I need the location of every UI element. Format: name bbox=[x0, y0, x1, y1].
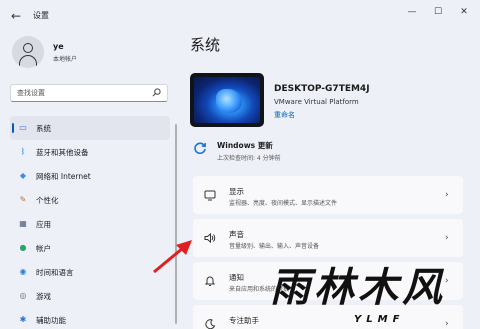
sidebar-nav: ▭ 系统 ᛒ 蓝牙和其他设备 ◆ 网络和 Internet ✎ 个性化 ▦ 应用 ● 帐户 ◉ 时间和语言… bbox=[10, 116, 170, 329]
windows-update-icon[interactable] bbox=[193, 141, 207, 155]
avatar[interactable] bbox=[12, 36, 44, 68]
card-subtitle: 音量级别、输出、输入、声音设备 bbox=[229, 243, 320, 250]
card-title: 通知 bbox=[229, 273, 244, 282]
windows-bloom-icon bbox=[216, 89, 242, 113]
device-name: DESKTOP-G7TEM4J bbox=[274, 84, 370, 94]
search-placeholder: 查找设置 bbox=[17, 89, 45, 97]
sidebar-item-1[interactable]: ᛒ 蓝牙和其他设备 bbox=[10, 140, 170, 164]
watermark-subtext: YLMF bbox=[354, 314, 405, 325]
minimize-button[interactable]: — bbox=[404, 5, 420, 19]
wifi-icon: ◆ bbox=[19, 171, 27, 180]
brush-icon: ✎ bbox=[19, 195, 27, 204]
watermark-text: 雨林木风 bbox=[270, 265, 446, 311]
search-input[interactable]: 查找设置 bbox=[10, 84, 168, 102]
sidebar-item-label: 游戏 bbox=[36, 292, 51, 301]
annotation-arrow-icon bbox=[153, 240, 192, 274]
search-icon[interactable] bbox=[152, 88, 161, 97]
moon-icon bbox=[205, 319, 216, 329]
sidebar-scrollbar[interactable] bbox=[175, 124, 177, 324]
profile-name: ye bbox=[53, 42, 64, 51]
card-subtitle: 监视器、亮度、夜间模式、显示描述文件 bbox=[229, 200, 338, 207]
card-title: 专注助手 bbox=[229, 316, 259, 325]
wallpaper-image bbox=[194, 77, 260, 123]
sidebar-item-label: 蓝牙和其他设备 bbox=[36, 148, 89, 157]
maximize-button[interactable]: ☐ bbox=[430, 5, 446, 19]
sidebar-item-4[interactable]: ▦ 应用 bbox=[10, 212, 170, 236]
sidebar-item-8[interactable]: ✱ 辅助功能 bbox=[10, 308, 170, 329]
update-subtitle: 上次检查时间: 4 分钟前 bbox=[217, 155, 281, 162]
settings-card-display[interactable]: 显示监视器、亮度、夜间模式、显示描述文件 › bbox=[193, 176, 463, 214]
avatar-body-icon bbox=[19, 55, 37, 67]
monitor-icon: ▭ bbox=[19, 123, 27, 132]
sidebar-item-3[interactable]: ✎ 个性化 bbox=[10, 188, 170, 212]
sidebar-item-label: 时间和语言 bbox=[36, 268, 74, 277]
accessibility-icon: ✱ bbox=[19, 315, 27, 324]
close-button[interactable]: ✕ bbox=[456, 5, 472, 19]
sidebar-item-0[interactable]: ▭ 系统 bbox=[10, 116, 170, 140]
bluetooth-icon: ᛒ bbox=[20, 147, 26, 156]
avatar-head-icon bbox=[23, 43, 33, 53]
sidebar-item-5[interactable]: ● 帐户 bbox=[10, 236, 170, 260]
speaker-icon bbox=[204, 232, 216, 244]
card-title: 声音 bbox=[229, 230, 244, 239]
globe-icon: ◉ bbox=[19, 267, 27, 276]
sidebar-item-label: 辅助功能 bbox=[36, 316, 66, 325]
bell-icon bbox=[204, 276, 216, 286]
page-title: 系统 bbox=[190, 36, 221, 54]
sidebar-item-6[interactable]: ◉ 时间和语言 bbox=[10, 260, 170, 284]
sidebar-item-2[interactable]: ◆ 网络和 Internet bbox=[10, 164, 170, 188]
profile-account-type: 本地帐户 bbox=[53, 56, 78, 63]
settings-card-speaker[interactable]: 声音音量级别、输出、输入、声音设备 › bbox=[193, 219, 463, 257]
sidebar-item-7[interactable]: ◎ 游戏 bbox=[10, 284, 170, 308]
watermark-logo: 雨林木风 YLMF bbox=[262, 260, 480, 329]
apps-icon: ▦ bbox=[19, 219, 27, 228]
rename-link[interactable]: 重命名 bbox=[274, 110, 295, 120]
display-icon bbox=[204, 190, 216, 201]
sidebar-item-label: 帐户 bbox=[36, 244, 51, 253]
chevron-right-icon: › bbox=[445, 190, 449, 200]
chevron-right-icon: › bbox=[445, 233, 449, 243]
person-icon: ● bbox=[19, 243, 27, 252]
back-button[interactable]: ← bbox=[9, 9, 23, 23]
sidebar-item-label: 个性化 bbox=[36, 196, 59, 205]
card-title: 显示 bbox=[229, 187, 244, 196]
app-title: 设置 bbox=[33, 11, 49, 20]
title-bar: ← 设置 — ☐ ✕ bbox=[0, 0, 480, 32]
active-indicator bbox=[12, 123, 14, 133]
device-model: VMware Virtual Platform bbox=[274, 98, 359, 106]
sidebar-item-label: 系统 bbox=[36, 124, 51, 133]
gamepad-icon: ◎ bbox=[19, 291, 27, 300]
update-title[interactable]: Windows 更新 bbox=[217, 140, 273, 151]
sidebar-item-label: 应用 bbox=[36, 220, 51, 229]
device-thumbnail bbox=[190, 73, 264, 127]
sidebar-item-label: 网络和 Internet bbox=[36, 172, 91, 181]
